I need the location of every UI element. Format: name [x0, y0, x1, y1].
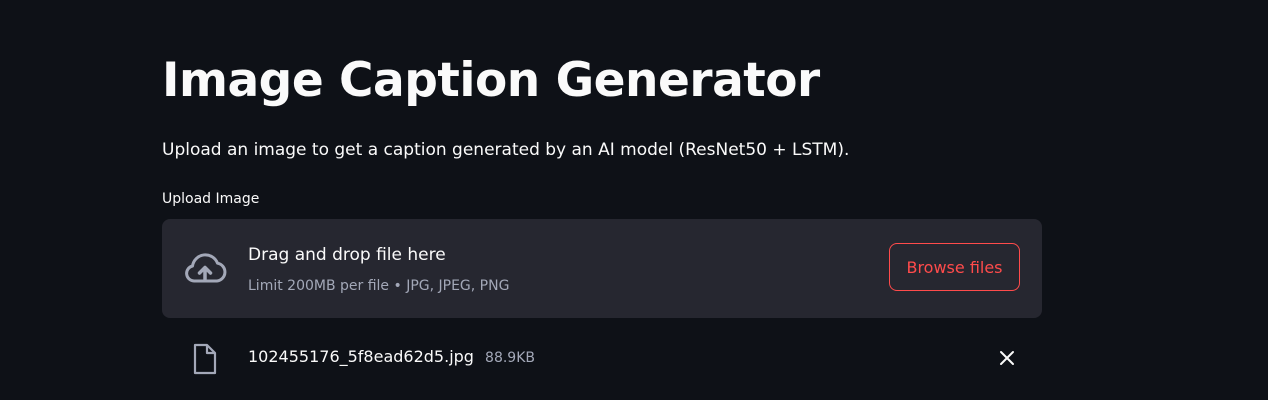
- page-description: Upload an image to get a caption generat…: [162, 140, 850, 160]
- browse-files-button[interactable]: Browse files: [889, 243, 1020, 291]
- file-icon: [192, 343, 218, 375]
- file-dropzone[interactable]: Drag and drop file here Limit 200MB per …: [162, 219, 1042, 318]
- dropzone-limit-text: Limit 200MB per file • JPG, JPEG, PNG: [248, 278, 510, 294]
- cloud-upload-icon: [181, 249, 229, 289]
- uploaded-file-info: 102455176_5f8ead62d5.jpg 88.9KB: [248, 345, 535, 370]
- uploaded-file-name: 102455176_5f8ead62d5.jpg: [248, 347, 474, 366]
- page-title: Image Caption Generator: [162, 53, 820, 108]
- close-icon: [994, 351, 1020, 374]
- uploaded-file-size: 88.9KB: [485, 350, 536, 366]
- upload-label: Upload Image: [162, 191, 260, 207]
- uploaded-file-row: 102455176_5f8ead62d5.jpg 88.9KB: [162, 334, 1042, 380]
- remove-file-button[interactable]: [994, 345, 1020, 371]
- dropzone-title: Drag and drop file here: [248, 245, 446, 265]
